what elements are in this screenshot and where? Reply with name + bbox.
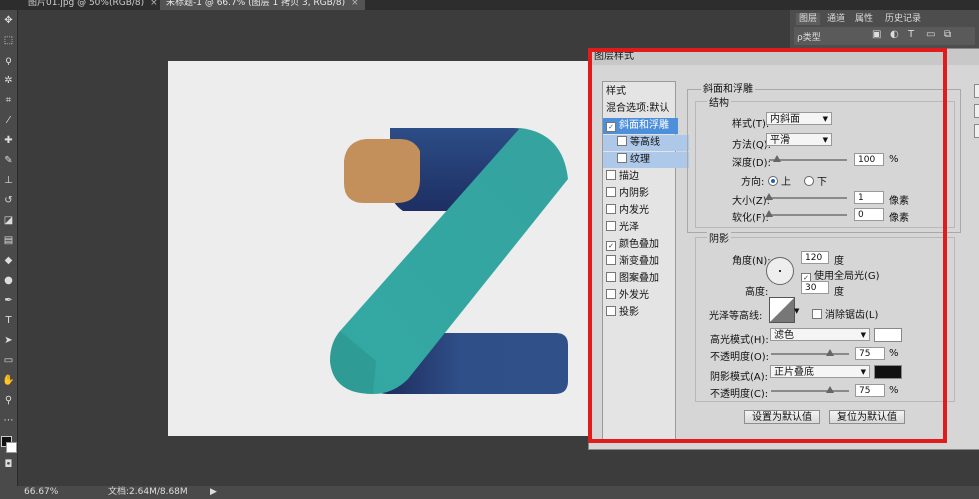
lasso-tool-icon[interactable]: ϙ bbox=[2, 54, 15, 67]
eyedropper-icon[interactable]: ⁄ bbox=[2, 114, 15, 127]
magic-wand-icon[interactable]: ✲ bbox=[2, 74, 15, 87]
tab-properties[interactable]: 属性 bbox=[852, 13, 876, 25]
move-tool-icon[interactable]: ✥ bbox=[2, 14, 15, 27]
layer-filter-row: ρ类型 ▣ ◐ T ▭ ⧉ bbox=[794, 27, 975, 45]
image-filter-icon[interactable]: ▣ bbox=[872, 29, 881, 40]
tab-history[interactable]: 历史记录 bbox=[882, 13, 924, 25]
dodge-tool-icon[interactable]: ● bbox=[2, 274, 15, 287]
layer-filter-select[interactable]: ρ类型 bbox=[797, 30, 821, 43]
type-tool-icon[interactable]: T bbox=[2, 314, 15, 327]
healing-brush-icon[interactable]: ✚ bbox=[2, 134, 15, 147]
stamp-tool-icon[interactable]: ⊥ bbox=[2, 174, 15, 187]
document-size: 文档:2.64M/8.68M bbox=[108, 487, 188, 497]
highlight-annotation-frame bbox=[588, 48, 947, 443]
crop-tool-icon[interactable]: ⌗ bbox=[2, 94, 15, 107]
layers-panel: 图层 通道 属性 历史记录 ρ类型 ▣ ◐ T ▭ ⧉ bbox=[790, 10, 979, 50]
zoom-level[interactable]: 66.67% bbox=[24, 486, 58, 499]
new-style-button[interactable] bbox=[974, 124, 979, 138]
history-brush-icon[interactable]: ↺ bbox=[2, 194, 15, 207]
path-select-icon[interactable]: ➤ bbox=[2, 334, 15, 347]
more-tools-icon[interactable]: ⋯ bbox=[2, 414, 15, 427]
tab-layers[interactable]: 图层 bbox=[796, 13, 821, 25]
cancel-button[interactable] bbox=[974, 104, 979, 118]
shape-tool-icon[interactable]: ▭ bbox=[2, 354, 15, 367]
gradient-tool-icon[interactable]: ▤ bbox=[2, 234, 15, 247]
shape-filter-icon[interactable]: ▭ bbox=[926, 29, 935, 40]
pen-tool-icon[interactable]: ✒ bbox=[2, 294, 15, 307]
status-menu-arrow-icon[interactable]: ▶ bbox=[210, 486, 217, 499]
status-bar: 66.67% 文档:2.64M/8.68M ▶ bbox=[0, 486, 979, 499]
background-color-swatch[interactable] bbox=[6, 442, 17, 453]
blur-tool-icon[interactable]: ◆ bbox=[2, 254, 15, 267]
marquee-tool-icon[interactable]: ⬚ bbox=[2, 34, 15, 47]
close-icon[interactable]: × bbox=[351, 0, 359, 8]
smart-object-filter-icon[interactable]: ⧉ bbox=[944, 29, 951, 40]
eraser-icon[interactable]: ◪ bbox=[2, 214, 15, 227]
quick-mask-icon[interactable]: ◘ bbox=[2, 458, 15, 471]
document-canvas[interactable] bbox=[168, 61, 588, 436]
type-filter-icon[interactable]: T bbox=[908, 29, 914, 40]
brush-tool-icon[interactable]: ✎ bbox=[2, 154, 15, 167]
document-tab-1[interactable]: 图片01.jpg @ 50%(RGB/8) × bbox=[22, 0, 164, 10]
ok-button[interactable] bbox=[974, 84, 979, 98]
tools-panel: ✥ ⬚ ϙ ✲ ⌗ ⁄ ✚ ✎ ⊥ ↺ ◪ ▤ ◆ ● ✒ T ➤ ▭ ✋ ⚲ … bbox=[0, 10, 18, 486]
tab-label: 未标题-1 @ 66.7% (图层 1 拷贝 3, RGB/8) bbox=[166, 0, 346, 8]
tab-label: 图片01.jpg @ 50%(RGB/8) bbox=[28, 0, 145, 8]
zoom-tool-icon[interactable]: ⚲ bbox=[2, 394, 15, 407]
hand-tool-icon[interactable]: ✋ bbox=[2, 374, 15, 387]
document-tab-2[interactable]: 未标题-1 @ 66.7% (图层 1 拷贝 3, RGB/8) × bbox=[160, 0, 365, 10]
close-icon[interactable]: × bbox=[150, 0, 158, 8]
document-tab-bar: 图片01.jpg @ 50%(RGB/8) × 未标题-1 @ 66.7% (图层… bbox=[0, 0, 979, 10]
z-logo-artwork bbox=[330, 128, 568, 394]
tab-channels[interactable]: 通道 bbox=[824, 13, 848, 25]
adjustment-filter-icon[interactable]: ◐ bbox=[890, 29, 899, 40]
tan-square bbox=[344, 139, 420, 203]
